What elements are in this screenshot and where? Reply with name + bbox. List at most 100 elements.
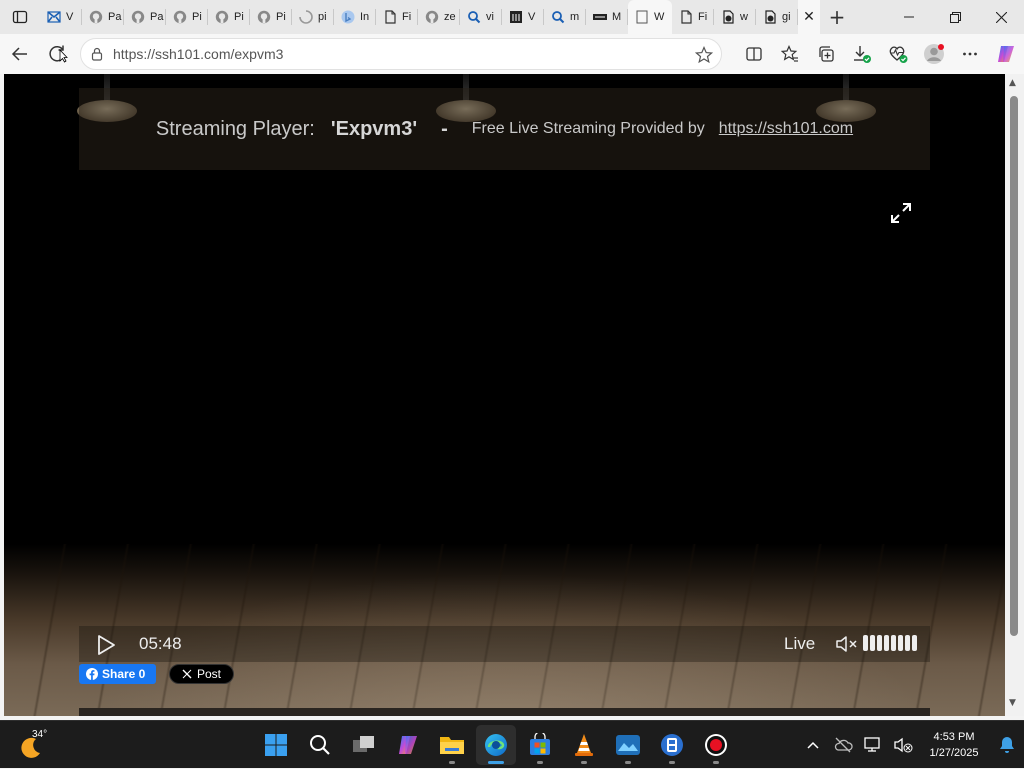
taskbar-vlc[interactable] xyxy=(564,725,604,765)
browser-tab[interactable]: Pi xyxy=(250,0,292,34)
settings-more-button[interactable] xyxy=(952,36,988,72)
taskbar-search-button[interactable] xyxy=(300,725,340,765)
heart-pulse-icon xyxy=(889,46,908,63)
toolbar-right-actions xyxy=(736,36,1024,72)
tab-title: M xyxy=(612,11,622,23)
document-icon xyxy=(678,9,694,25)
provider-link[interactable]: https://ssh101.com xyxy=(719,120,853,138)
lock-icon[interactable] xyxy=(81,47,113,61)
browser-tab[interactable]: Fi xyxy=(672,0,714,34)
windows-taskbar: 34° 4:53 PM 1/27/2025 xyxy=(0,720,1024,768)
taskbar-microsoft-store[interactable] xyxy=(520,725,560,765)
taskbar-vm-app[interactable] xyxy=(652,725,692,765)
address-bar[interactable]: https://ssh101.com/expvm3 xyxy=(80,38,722,70)
tab-title: Pi xyxy=(192,11,202,23)
copilot-button[interactable] xyxy=(988,36,1024,72)
favorites-button[interactable] xyxy=(772,36,808,72)
taskbar-screen-recorder[interactable] xyxy=(696,725,736,765)
browser-essentials-button[interactable] xyxy=(880,36,916,72)
taskbar-copilot[interactable] xyxy=(388,725,428,765)
page-viewport: Streaming Player: 'Expvm3' - Free Live S… xyxy=(4,74,1005,716)
minimize-button[interactable] xyxy=(886,0,932,34)
close-icon xyxy=(995,11,1007,23)
network-tray-button[interactable] xyxy=(858,736,888,754)
browser-tab[interactable]: m xyxy=(544,0,586,34)
github-file-icon xyxy=(762,9,778,25)
close-window-button[interactable] xyxy=(978,0,1024,34)
browser-tab[interactable]: pi xyxy=(292,0,334,34)
browser-tab[interactable]: w xyxy=(714,0,756,34)
collections-button[interactable] xyxy=(808,36,844,72)
url-text[interactable]: https://ssh101.com/expvm3 xyxy=(113,46,283,62)
github-icon xyxy=(88,9,104,25)
restore-button[interactable] xyxy=(932,0,978,34)
title-separator: - xyxy=(441,117,448,140)
start-button[interactable] xyxy=(256,725,296,765)
avatar-icon xyxy=(924,44,944,64)
tab-close-button[interactable]: ✕ xyxy=(798,0,820,34)
weather-widget[interactable]: 34° xyxy=(18,729,54,761)
mute-button[interactable] xyxy=(835,634,859,658)
tab-title: Fi xyxy=(402,11,412,23)
task-view-button[interactable] xyxy=(344,725,384,765)
taskbar-file-explorer[interactable] xyxy=(432,725,472,765)
live-button[interactable]: Live xyxy=(784,634,815,654)
network-monitor-icon xyxy=(864,737,880,752)
volume-slider[interactable] xyxy=(863,635,917,651)
browser-tab[interactable]: Pa xyxy=(124,0,166,34)
show-hidden-icons-button[interactable] xyxy=(798,740,828,750)
facebook-icon xyxy=(86,668,98,680)
tab-title: pi xyxy=(318,11,327,23)
speaker-muted-icon xyxy=(836,636,857,652)
browser-tab[interactable]: M xyxy=(586,0,628,34)
profile-button[interactable] xyxy=(916,36,952,72)
browser-tab[interactable]: V xyxy=(502,0,544,34)
x-post-button[interactable]: Post xyxy=(169,664,234,684)
scrollbar-thumb[interactable] xyxy=(1010,96,1018,636)
scroll-down-arrow-icon[interactable]: ▼ xyxy=(1009,698,1016,708)
window-controls xyxy=(886,0,1024,34)
fullscreen-button[interactable] xyxy=(890,202,914,226)
browser-tab[interactable]: In xyxy=(334,0,376,34)
taskbar-clock[interactable]: 4:53 PM 1/27/2025 xyxy=(918,729,990,761)
tab-title: Pi xyxy=(234,11,244,23)
favorite-star-icon[interactable] xyxy=(694,45,714,68)
edge-browser-icon xyxy=(485,734,507,756)
facebook-share-button[interactable]: Share 0 xyxy=(79,664,156,684)
github-icon xyxy=(256,9,272,25)
taskbar-photos[interactable] xyxy=(608,725,648,765)
play-button[interactable] xyxy=(95,634,117,660)
onedrive-tray-button[interactable] xyxy=(828,737,858,753)
page-scrollbar[interactable]: ▲ ▼ xyxy=(1005,74,1024,716)
browser-tab[interactable]: Fi xyxy=(376,0,418,34)
scroll-up-arrow-icon[interactable]: ▲ xyxy=(1009,78,1016,88)
tab-strip: V Pa Pa Pi Pi Pi pi In Fi ze vi Vm M W Fi w gi ✕ + xyxy=(0,0,1024,34)
browser-tab[interactable]: Pi xyxy=(166,0,208,34)
tab-title: Pa xyxy=(150,11,164,23)
back-button[interactable] xyxy=(2,36,38,72)
browser-tab[interactable]: vi xyxy=(460,0,502,34)
search-icon xyxy=(466,9,482,25)
split-screen-button[interactable] xyxy=(736,36,772,72)
github-icon xyxy=(130,9,146,25)
new-tab-button[interactable]: + xyxy=(820,0,854,34)
browser-tab[interactable]: W xyxy=(628,0,672,34)
browser-tab[interactable]: gi xyxy=(756,0,798,34)
browser-tab[interactable]: ze xyxy=(418,0,460,34)
browser-tab[interactable]: Pi xyxy=(208,0,250,34)
search-icon xyxy=(310,735,330,755)
favorites-icon xyxy=(781,45,798,62)
minimize-icon xyxy=(904,16,914,18)
taskbar-edge[interactable] xyxy=(476,725,516,765)
browser-tab[interactable]: Pa xyxy=(82,0,124,34)
page-icon xyxy=(634,9,650,25)
downloads-button[interactable] xyxy=(844,36,880,72)
system-tray: 4:53 PM 1/27/2025 xyxy=(798,721,1024,769)
tab-actions-button[interactable] xyxy=(0,0,40,34)
notifications-button[interactable] xyxy=(990,736,1024,754)
task-view-icon xyxy=(353,736,374,752)
browser-tab[interactable]: V xyxy=(40,0,82,34)
refresh-button[interactable] xyxy=(40,36,76,72)
volume-tray-button[interactable] xyxy=(888,736,918,754)
expand-icon xyxy=(891,203,911,223)
